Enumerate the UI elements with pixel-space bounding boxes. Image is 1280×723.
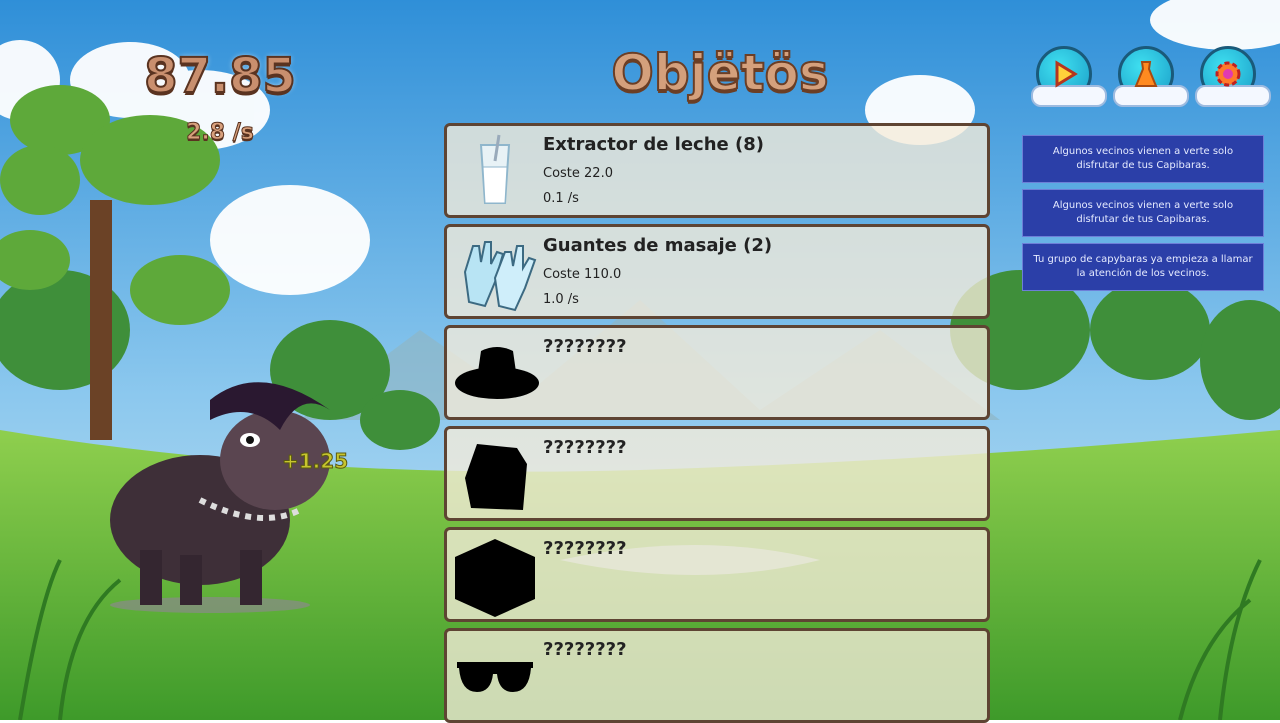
notification-message: Tu grupo de capybaras ya empieza a llama… — [1022, 243, 1264, 291]
box-silhouette-icon — [455, 539, 535, 617]
score-counter: 87.85 — [143, 47, 297, 105]
dress-icon — [1134, 61, 1158, 87]
item-name: Guantes de masaje (2) — [543, 235, 773, 256]
play-icon — [1055, 60, 1078, 88]
floating-bonus-text: +1.25 — [281, 449, 349, 474]
milk-glass-icon — [479, 134, 511, 204]
sunglasses-silhouette-icon — [457, 662, 533, 692]
settings-button[interactable] — [1195, 46, 1271, 107]
item-cost: Coste 22.0 — [543, 166, 613, 181]
item-name: ???????? — [543, 437, 627, 458]
gear-icon — [1215, 61, 1241, 87]
item-production: 1.0 /s — [543, 292, 579, 307]
notification-message: Algunos vecinos vienen a verte solo disf… — [1022, 189, 1264, 237]
income-rate: 2.8 /s — [186, 120, 255, 146]
item-name: ???????? — [543, 538, 627, 559]
bag-silhouette-icon — [465, 444, 527, 510]
shop-item-milk-extractor[interactable]: Extractor de leche (8) Coste 22.0 0.1 /s — [444, 123, 990, 218]
shop-item-massage-gloves[interactable]: Guantes de masaje (2) Coste 110.0 1.0 /s — [444, 224, 990, 319]
gloves-icon — [463, 241, 537, 312]
item-production: 0.1 /s — [543, 191, 579, 206]
item-cost: Coste 110.0 — [543, 267, 622, 282]
notification-message: Algunos vecinos vienen a verte solo disf… — [1022, 135, 1264, 183]
play-button[interactable] — [1031, 46, 1107, 107]
panel-title: Objëtös — [610, 43, 829, 103]
shop-item-locked[interactable]: ???????? — [444, 426, 990, 521]
capybara-character[interactable] — [100, 360, 340, 620]
item-name: ???????? — [543, 336, 627, 357]
item-name: ???????? — [543, 639, 627, 660]
hat-silhouette-icon — [455, 347, 539, 399]
shop-item-locked[interactable]: ???????? — [444, 628, 990, 723]
shop-item-locked[interactable]: ???????? — [444, 527, 990, 622]
outfit-button[interactable] — [1113, 46, 1189, 107]
item-name: Extractor de leche (8) — [543, 134, 764, 155]
shop-item-locked[interactable]: ???????? — [444, 325, 990, 420]
